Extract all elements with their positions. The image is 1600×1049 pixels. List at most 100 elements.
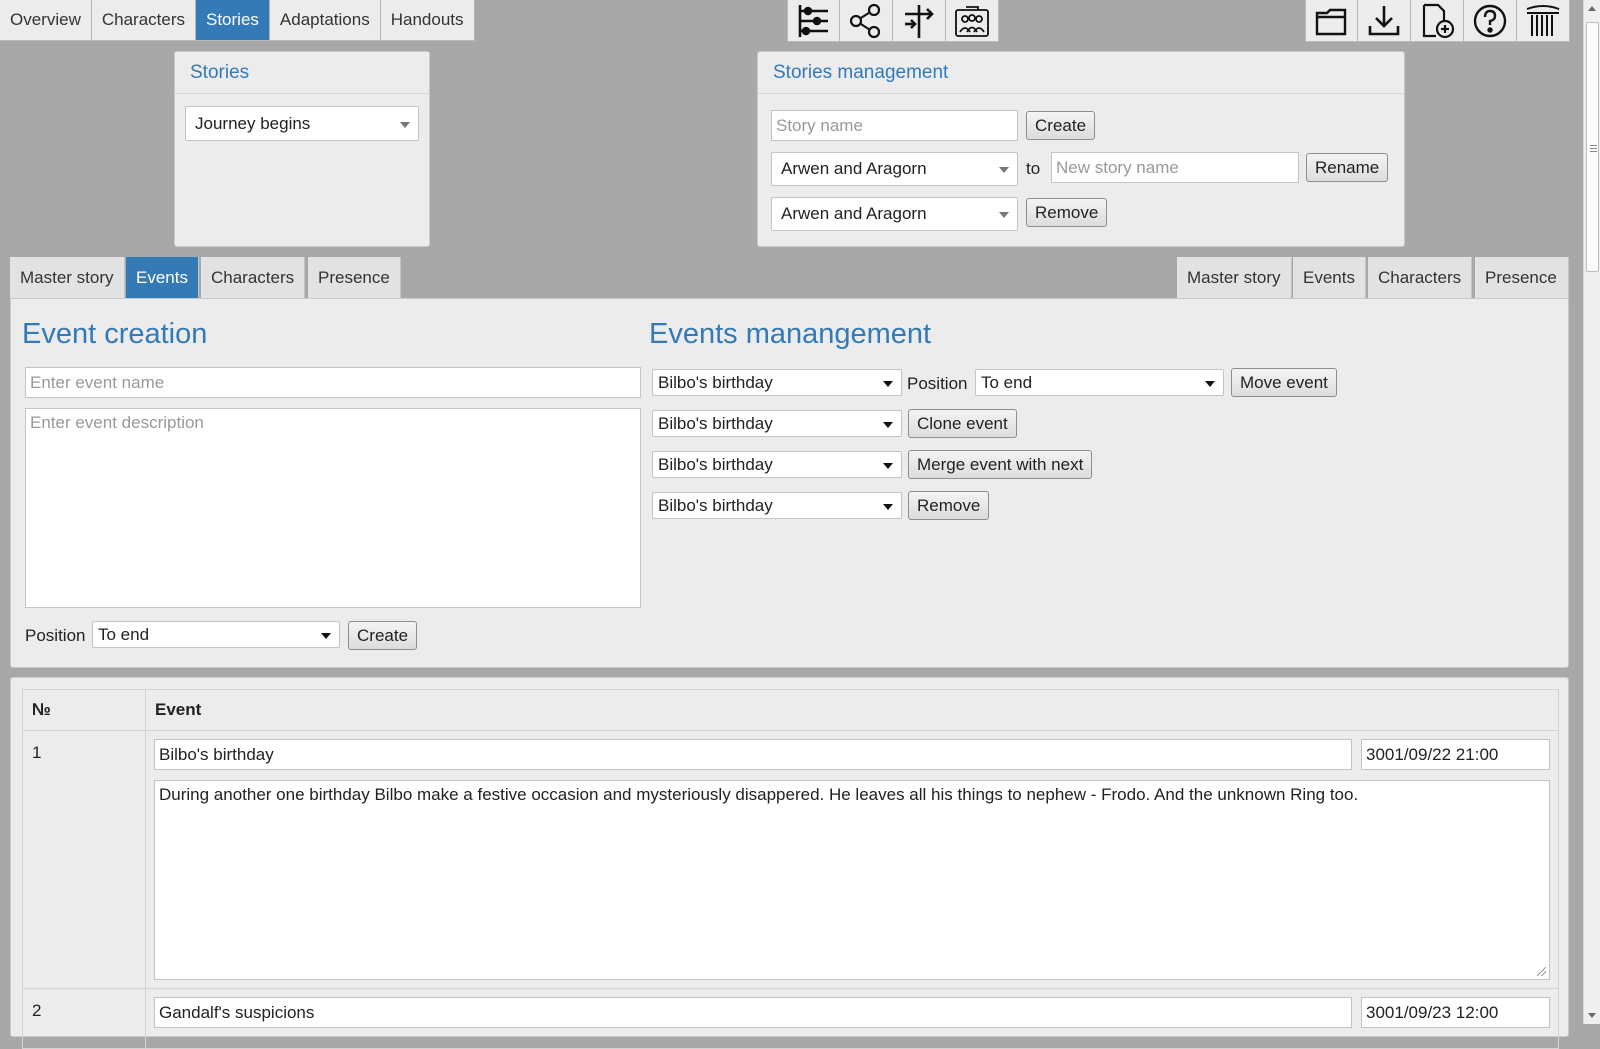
subtab-left-master-story[interactable]: Master story [10, 257, 125, 298]
events-table: № Event 1 During another one birthday Bi… [22, 689, 1559, 1049]
column-header-number: № [22, 689, 146, 731]
clone-event-button[interactable]: Clone event [908, 409, 1017, 438]
share-network-icon [849, 3, 881, 38]
add-file-icon [1422, 3, 1455, 38]
download-icon [1368, 5, 1400, 35]
events-panel: Event creation Position To end Create Ev… [10, 298, 1569, 668]
chevron-down-icon [999, 167, 1009, 173]
subtab-left-characters[interactable]: Characters [201, 257, 306, 298]
page-scrollbar[interactable] [1583, 0, 1600, 1024]
clone-event-select[interactable]: Bilbo's birthday [652, 410, 902, 437]
remove-story-button[interactable]: Remove [1026, 198, 1108, 227]
row-number: 2 [22, 988, 146, 1049]
move-event-select-value: Bilbo's birthday [658, 372, 773, 392]
chevron-down-icon [883, 421, 893, 428]
open-button[interactable] [1305, 0, 1358, 42]
timeline-icon [798, 4, 828, 37]
event-description-input[interactable] [25, 408, 641, 608]
signpost-button[interactable] [893, 0, 946, 42]
nav-tab-overview[interactable]: Overview [0, 0, 92, 41]
subtab-left-presence[interactable]: Presence [308, 257, 401, 298]
table-header-row: № Event [22, 689, 1559, 731]
share-button[interactable] [840, 0, 893, 42]
subtab-right-presence[interactable]: Presence [1475, 257, 1569, 298]
event-time-field[interactable] [1361, 739, 1550, 770]
chevron-down-icon [883, 462, 893, 469]
new-file-button[interactable] [1411, 0, 1464, 42]
scroll-thumb[interactable] [1586, 22, 1599, 272]
create-event-button[interactable]: Create [348, 621, 418, 650]
move-event-button[interactable]: Move event [1231, 368, 1337, 397]
center-toolbar [787, 0, 999, 42]
scroll-up-icon[interactable] [1588, 6, 1596, 11]
row-number: 1 [22, 730, 146, 989]
chevron-down-icon [1205, 380, 1215, 387]
grip-icon [1590, 145, 1597, 146]
event-name-field[interactable] [154, 997, 1352, 1028]
event-description-field[interactable]: During another one birthday Bilbo make a… [154, 780, 1550, 980]
move-position-value: To end [981, 372, 1033, 392]
rename-story-button[interactable]: Rename [1306, 153, 1389, 182]
chevron-down-icon [321, 632, 331, 639]
to-label: to [1026, 159, 1041, 178]
chevron-down-icon [883, 503, 893, 510]
group-button[interactable] [946, 0, 999, 42]
help-button[interactable] [1464, 0, 1517, 42]
new-story-name-input[interactable] [1051, 152, 1299, 183]
event-cell: During another one birthday Bilbo make a… [145, 730, 1559, 989]
column-header-event: Event [145, 689, 1559, 731]
story-select-value: Journey begins [195, 113, 311, 133]
timeline-button[interactable] [787, 0, 840, 42]
chevron-down-icon [400, 121, 410, 128]
subtab-right-characters[interactable]: Characters [1368, 257, 1473, 298]
event-name-input[interactable] [25, 367, 641, 398]
merge-event-button[interactable]: Merge event with next [908, 450, 1093, 479]
move-position-label: Position [907, 374, 968, 393]
nav-tab-characters[interactable]: Characters [91, 0, 196, 41]
event-name-field[interactable] [154, 739, 1352, 770]
stories-panel-title: Stories [175, 52, 429, 94]
group-portrait-icon [955, 5, 989, 37]
stories-panel: Stories Journey begins [174, 51, 430, 247]
event-position-label: Position [25, 626, 86, 645]
event-cell [145, 988, 1559, 1049]
remove-story-select-value: Arwen and Aragorn [781, 204, 927, 223]
logo-button[interactable] [1517, 0, 1570, 42]
subtab-left-events[interactable]: Events [126, 257, 199, 298]
scroll-down-icon[interactable] [1588, 1013, 1596, 1018]
event-time-field[interactable] [1361, 997, 1550, 1028]
table-row: 2 [22, 988, 1559, 1049]
events-table-panel: № Event 1 During another one birthday Bi… [10, 677, 1569, 1049]
events-management-title: Events manangement [649, 318, 932, 350]
nav-tab-stories[interactable]: Stories [196, 0, 270, 41]
nav-tab-handouts[interactable]: Handouts [380, 0, 475, 41]
event-description-text: During another one birthday Bilbo make a… [159, 785, 1359, 804]
table-row: 1 During another one birthday Bilbo make… [22, 730, 1559, 989]
rename-story-select[interactable]: Arwen and Aragorn [771, 152, 1018, 186]
subtab-right-master-story[interactable]: Master story [1177, 257, 1292, 298]
remove-event-button[interactable]: Remove [908, 491, 990, 520]
remove-event-select-value: Bilbo's birthday [658, 495, 773, 515]
stories-management-title: Stories management [758, 52, 1404, 94]
subtab-right-events[interactable]: Events [1293, 257, 1366, 298]
merge-event-select[interactable]: Bilbo's birthday [652, 451, 902, 478]
move-position-select[interactable]: To end [975, 369, 1224, 396]
event-creation-title: Event creation [22, 318, 208, 350]
download-button[interactable] [1358, 0, 1411, 42]
columns-logo-icon [1526, 4, 1560, 36]
story-name-input[interactable] [771, 110, 1018, 141]
event-position-value: To end [98, 624, 150, 644]
stories-management-panel: Stories management Create Arwen and Arag… [757, 51, 1405, 247]
chevron-down-icon [999, 212, 1009, 218]
story-select[interactable]: Journey begins [185, 106, 419, 141]
remove-event-select[interactable]: Bilbo's birthday [652, 492, 902, 519]
create-story-button[interactable]: Create [1026, 111, 1096, 140]
move-event-select[interactable]: Bilbo's birthday [652, 369, 902, 396]
main-nav: Overview Characters Stories Adaptations … [0, 0, 475, 41]
rename-story-select-value: Arwen and Aragorn [781, 159, 927, 178]
remove-story-select[interactable]: Arwen and Aragorn [771, 197, 1018, 231]
resize-grip-icon[interactable] [1537, 967, 1546, 976]
event-position-select[interactable]: To end [92, 621, 340, 648]
nav-tab-adaptations[interactable]: Adaptations [269, 0, 381, 41]
help-icon [1473, 4, 1507, 37]
